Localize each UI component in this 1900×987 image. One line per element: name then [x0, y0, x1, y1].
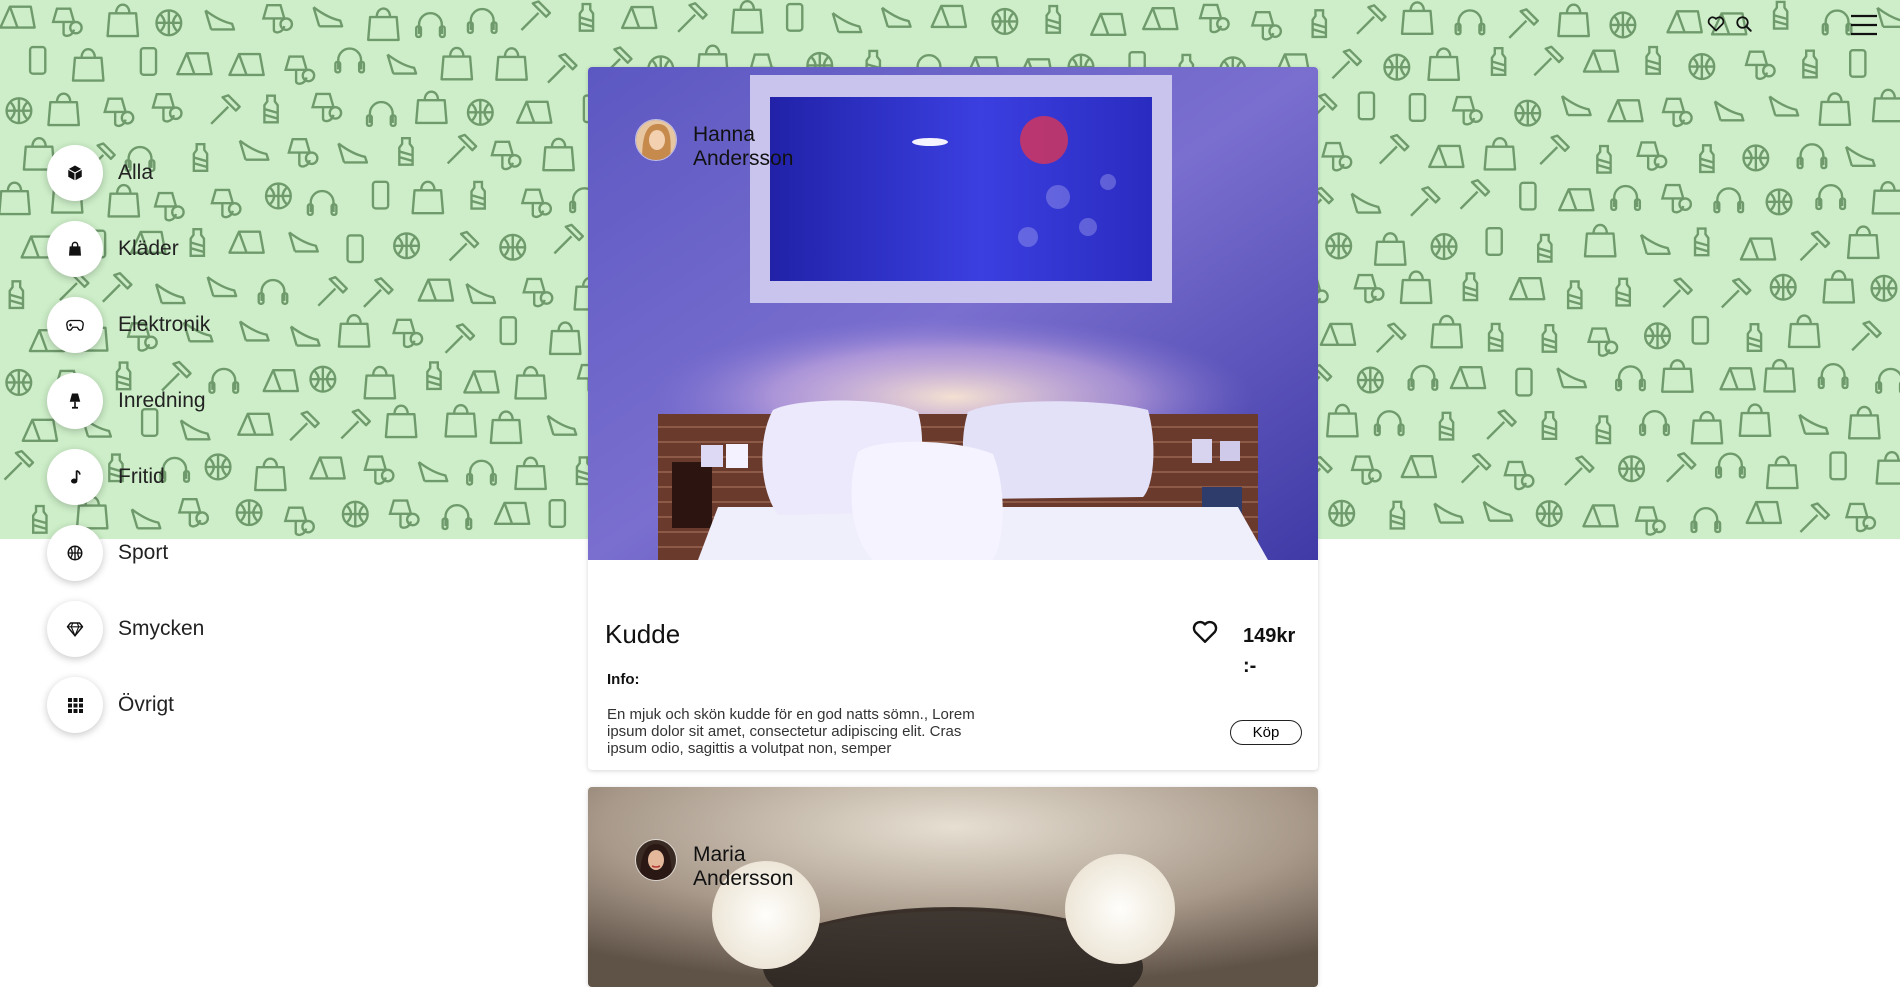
category-label: Alla	[118, 161, 154, 184]
box-icon	[47, 145, 103, 201]
product-price: 149kr :-	[1243, 625, 1296, 677]
gamepad-icon	[47, 297, 103, 353]
ball-icon	[47, 525, 103, 581]
category-inredning[interactable]: Inredning	[47, 373, 210, 429]
search-icon[interactable]	[1734, 14, 1754, 34]
music-note-icon	[47, 449, 103, 505]
category-sport[interactable]: Sport	[47, 525, 210, 581]
category-label: Kläder	[118, 237, 179, 260]
buy-button[interactable]: Köp	[1230, 720, 1302, 745]
product-title: Kudde	[605, 619, 681, 649]
listing-card[interactable]: Hanna Andersson Kudde 149kr :- Info: En …	[588, 67, 1318, 770]
category-fritid[interactable]: Fritid	[47, 449, 210, 505]
category-label: Elektronik	[118, 313, 211, 336]
category-label: Sport	[118, 541, 169, 564]
bag-icon	[47, 221, 103, 277]
category-ovrigt[interactable]: Övrigt	[47, 677, 210, 733]
product-description: En mjuk och skön kudde för en god natts …	[607, 706, 975, 757]
seller-name[interactable]: Hanna Andersson	[693, 123, 833, 171]
favorite-heart-icon[interactable]	[1192, 620, 1220, 646]
grid-icon	[47, 677, 103, 733]
listing-card[interactable]: Maria Andersson	[588, 787, 1318, 987]
info-label: Info:	[607, 671, 640, 688]
hamburger-menu-icon[interactable]	[1850, 14, 1878, 40]
category-label: Övrigt	[118, 693, 175, 716]
category-smycken[interactable]: Smycken	[47, 601, 210, 657]
category-elektronik[interactable]: Elektronik	[47, 297, 210, 353]
lamp-icon	[47, 373, 103, 429]
heart-icon[interactable]	[1706, 14, 1726, 34]
seller-info[interactable]: Hanna Andersson	[635, 119, 833, 171]
product-image: Maria Andersson	[588, 787, 1318, 987]
header-actions	[1706, 14, 1754, 34]
seller-name[interactable]: Maria Andersson	[693, 843, 833, 891]
category-list: Alla Kläder Elektronik Inredning Fritid …	[47, 145, 210, 753]
diamond-icon	[47, 601, 103, 657]
avatar[interactable]	[635, 839, 677, 881]
avatar[interactable]	[635, 119, 677, 161]
category-klader[interactable]: Kläder	[47, 221, 210, 277]
seller-info[interactable]: Maria Andersson	[635, 839, 833, 891]
category-alla[interactable]: Alla	[47, 145, 210, 201]
product-image: Hanna Andersson	[588, 67, 1318, 560]
category-label: Inredning	[118, 389, 206, 412]
category-label: Fritid	[118, 465, 165, 488]
category-label: Smycken	[118, 617, 205, 640]
